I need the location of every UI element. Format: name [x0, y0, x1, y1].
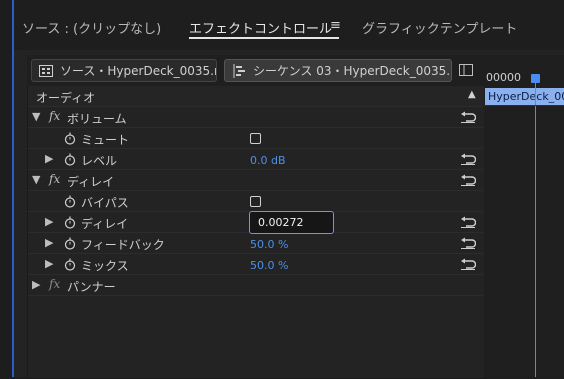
stopwatch-icon[interactable]	[64, 132, 76, 145]
reset-icon[interactable]	[460, 111, 476, 123]
param-row-feedback[interactable]: ▶ フィードバック 50.0 %	[28, 233, 483, 254]
active-tab-indicator	[189, 37, 339, 39]
timeline-clip[interactable]: HyperDeck_0035	[485, 88, 564, 106]
effect-row-volume[interactable]: ▼ fx ボリューム	[28, 107, 483, 128]
stopwatch-icon[interactable]	[64, 195, 76, 208]
stopwatch-icon[interactable]	[64, 258, 76, 271]
stopwatch-icon[interactable]	[64, 237, 76, 250]
chevron-right-icon[interactable]: ▶	[45, 257, 53, 270]
fx-icon[interactable]: fx	[49, 172, 60, 186]
param-row-mute[interactable]: ミュート	[28, 128, 483, 149]
delay-effect-label: ディレイ	[67, 175, 115, 189]
audio-section-header: オーディオ ▲	[28, 86, 483, 107]
chevron-down-icon[interactable]: ▼	[32, 173, 40, 186]
chevron-right-icon[interactable]: ▶	[45, 236, 53, 249]
param-row-level[interactable]: ▶ レベル 0.0 dB	[28, 149, 483, 170]
delay-label: ディレイ	[81, 217, 129, 231]
sequence-icon	[233, 63, 245, 78]
audio-section-label: オーディオ	[36, 91, 96, 105]
fx-icon[interactable]: fx	[49, 109, 60, 123]
feedback-value[interactable]: 50.0 %	[250, 238, 288, 251]
mute-label: ミュート	[81, 133, 130, 147]
sequence-clip-label: シーケンス 03・HyperDeck_0035.m...	[253, 64, 452, 78]
source-clip-label: ソース・HyperDeck_0035.mp4	[60, 64, 216, 78]
playhead-line[interactable]	[535, 83, 536, 377]
mix-label: ミックス	[81, 259, 129, 273]
stopwatch-icon[interactable]	[64, 216, 76, 229]
source-clip-selector[interactable]: ソース・HyperDeck_0035.mp4	[31, 59, 217, 82]
volume-label: ボリューム	[67, 112, 127, 126]
level-label: レベル	[81, 154, 118, 168]
reset-icon[interactable]	[460, 216, 476, 228]
tab-essential-graphics[interactable]: グラフィックテンプレート	[362, 18, 517, 37]
panel-toggle-icon[interactable]	[459, 64, 473, 76]
chevron-down-icon[interactable]: ▼	[32, 110, 40, 123]
tab-source[interactable]: ソース : (クリップなし)	[22, 18, 161, 37]
fx-icon[interactable]: fx	[49, 277, 60, 291]
reset-icon[interactable]	[460, 174, 476, 186]
stopwatch-icon[interactable]	[64, 153, 76, 166]
delay-value-input[interactable]	[249, 211, 334, 234]
reset-icon[interactable]	[460, 258, 476, 270]
timeline-divider	[484, 105, 564, 106]
param-row-bypass[interactable]: バイパス	[28, 191, 483, 212]
level-value[interactable]: 0.0 dB	[250, 154, 286, 167]
reset-icon[interactable]	[460, 237, 476, 249]
chevron-right-icon[interactable]: ▶	[32, 278, 40, 291]
chevron-right-icon[interactable]: ▶	[45, 152, 53, 165]
mute-checkbox[interactable]	[250, 133, 261, 144]
reset-icon[interactable]	[460, 153, 476, 165]
mix-value[interactable]: 50.0 %	[250, 259, 288, 272]
bypass-label: バイパス	[81, 196, 129, 210]
panner-label: パンナー	[67, 280, 116, 294]
chevron-right-icon[interactable]: ▶	[45, 215, 53, 228]
timeline-timecode: 00000	[486, 71, 521, 84]
bypass-checkbox[interactable]	[250, 196, 261, 207]
tab-effect-controls[interactable]: エフェクトコントロール	[189, 18, 332, 37]
effect-row-panner[interactable]: ▶ fx パンナー	[28, 275, 483, 296]
effect-row-delay[interactable]: ▼ fx ディレイ	[28, 170, 483, 191]
playhead-icon[interactable]	[531, 74, 540, 83]
clip-icon	[39, 64, 53, 77]
param-row-mix[interactable]: ▶ ミックス 50.0 %	[28, 254, 483, 275]
collapse-up-icon[interactable]: ▲	[468, 89, 476, 100]
panel-menu-icon[interactable]: ≡	[330, 18, 341, 33]
feedback-label: フィードバック	[81, 238, 165, 252]
sequence-clip-selector[interactable]: シーケンス 03・HyperDeck_0035.m...	[224, 59, 452, 82]
